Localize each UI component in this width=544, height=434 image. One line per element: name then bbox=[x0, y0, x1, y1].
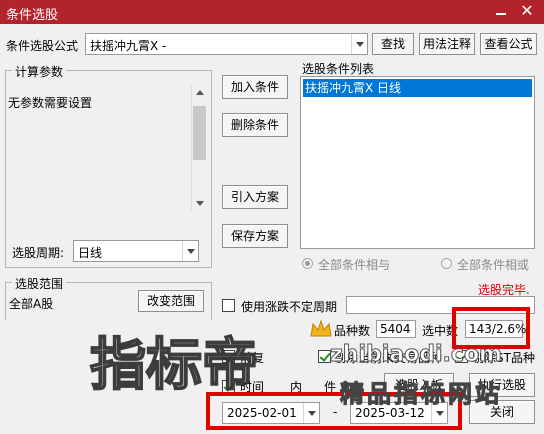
save-scheme-button[interactable]: 保存方案 bbox=[222, 224, 288, 248]
params-scrollbar[interactable] bbox=[191, 84, 207, 212]
count-value: 5404 bbox=[376, 320, 416, 338]
view-formula-button[interactable]: 查看公式 bbox=[480, 33, 537, 55]
period-label: 选股周期: bbox=[12, 246, 65, 260]
change-range-button[interactable]: 改变范围 bbox=[138, 290, 204, 312]
radio-or[interactable] bbox=[441, 258, 452, 269]
crown-icon bbox=[310, 319, 332, 338]
scroll-thumb[interactable] bbox=[193, 106, 206, 160]
irregular-period-label: 使用涨跌不定周期 bbox=[241, 300, 338, 314]
title-bar: 条件选股 ✕ bbox=[0, 0, 544, 24]
chevron-down-icon[interactable] bbox=[351, 34, 367, 54]
count-label: 品种数 bbox=[334, 324, 371, 338]
minimize-icon[interactable] bbox=[492, 2, 510, 20]
watermark-big: 指标帝 bbox=[89, 332, 259, 399]
add-condition-button[interactable]: 加入条件 bbox=[222, 75, 288, 99]
params-group-title: 计算参数 bbox=[12, 63, 67, 80]
import-scheme-button[interactable]: 引入方案 bbox=[222, 185, 288, 209]
watermark-site: 精品指标网站 bbox=[340, 380, 502, 409]
formula-label: 条件选股公式 bbox=[6, 39, 79, 53]
chevron-down-icon[interactable] bbox=[182, 241, 198, 261]
find-button[interactable]: 查找 bbox=[372, 33, 414, 55]
params-text: 无参数需要设置 bbox=[8, 96, 93, 110]
radio-and[interactable] bbox=[302, 258, 313, 269]
params-area: 无参数需要设置 bbox=[8, 84, 207, 212]
range-group-title: 选股范围 bbox=[12, 275, 67, 292]
formula-value: 扶摇冲九霄X - bbox=[90, 39, 167, 53]
usage-notes-button[interactable]: 用法注释 bbox=[419, 33, 475, 55]
range-value: 全部A股 bbox=[9, 297, 54, 311]
watermark-domain: zhibiaodi.com bbox=[330, 342, 503, 368]
condition-list[interactable]: 扶摇冲九霄X 日线 bbox=[300, 76, 535, 249]
period-select[interactable]: 日线 bbox=[73, 240, 199, 262]
period-value: 日线 bbox=[78, 246, 103, 260]
list-item[interactable]: 扶摇冲九霄X 日线 bbox=[303, 79, 532, 97]
window-title: 条件选股 bbox=[6, 8, 59, 23]
formula-select[interactable]: 扶摇冲九霄X - bbox=[85, 33, 368, 55]
condition-list-title: 选股条件列表 bbox=[302, 62, 375, 76]
radio-or-label: 全部条件相或 bbox=[457, 258, 530, 272]
delete-condition-button[interactable]: 删除条件 bbox=[222, 113, 288, 137]
scroll-down-icon[interactable] bbox=[196, 201, 204, 206]
scroll-up-icon[interactable] bbox=[196, 90, 204, 95]
irregular-period-checkbox[interactable] bbox=[222, 299, 235, 312]
radio-and-label: 全部条件相与 bbox=[318, 258, 391, 272]
close-icon[interactable]: ✕ bbox=[516, 2, 538, 20]
